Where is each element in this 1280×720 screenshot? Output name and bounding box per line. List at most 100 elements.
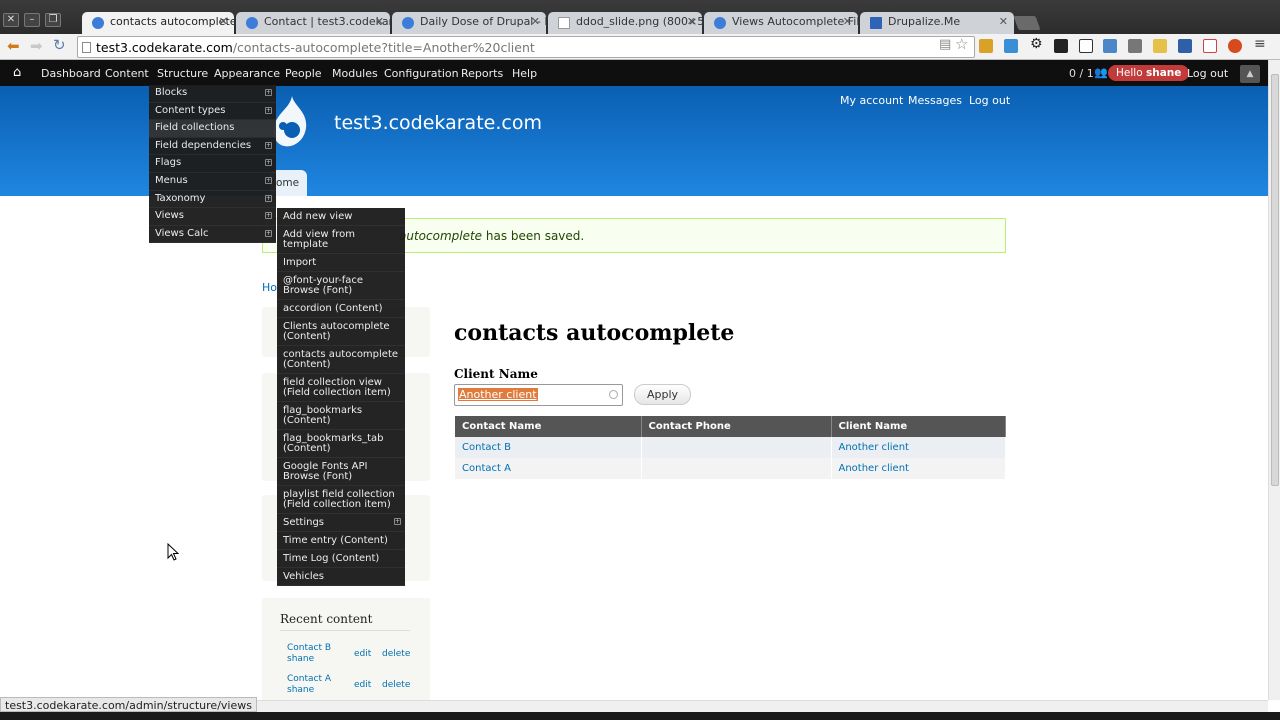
plus-icon: +	[265, 141, 272, 149]
menu-item-views-calc[interactable]: Views Calc +	[149, 226, 276, 244]
menu-item-flag-bookmarks[interactable]: flag_bookmarks (Content)	[277, 402, 405, 430]
menu-item-vehicles[interactable]: Vehicles	[277, 568, 405, 586]
column-header[interactable]: Contact Name	[455, 416, 642, 437]
client-name-link[interactable]: Another client	[831, 437, 1006, 458]
menu-item-clients-autocomplete[interactable]: Clients autocomplete (Content)	[277, 318, 405, 346]
browser-tab-0[interactable]: contacts autocomplete | t ✕	[82, 12, 234, 35]
hello-user-badge[interactable]: Hello shane	[1108, 65, 1190, 81]
menu-item-font-your-face[interactable]: @font-your-face Browse (Font)	[277, 272, 405, 300]
edit-link[interactable]: edit	[354, 680, 371, 690]
admin-logout-link[interactable]: Log out	[1187, 67, 1228, 80]
admin-menu-structure[interactable]: Structure	[157, 67, 208, 80]
recent-item-author[interactable]: shane	[287, 654, 314, 664]
contact-name-link[interactable]: Contact A	[455, 458, 642, 479]
extension-icon[interactable]	[1128, 39, 1142, 53]
admin-menu-reports[interactable]: Reports	[461, 67, 503, 80]
delete-link[interactable]: delete	[382, 680, 410, 690]
contact-name-link[interactable]: Contact B	[455, 437, 642, 458]
tab-close-icon[interactable]: ✕	[999, 15, 1008, 28]
address-bar[interactable]: test3.codekarate.com/contacts-autocomple…	[77, 36, 975, 58]
menu-item-add-new-view[interactable]: Add new view	[277, 208, 405, 226]
admin-menu-modules[interactable]: Modules	[332, 67, 378, 80]
menu-item-time-log[interactable]: Time Log (Content)	[277, 550, 405, 568]
tab-close-icon[interactable]: ✕	[687, 15, 696, 28]
browser-tab-1[interactable]: Contact | test3.codekarat ✕	[236, 12, 390, 34]
admin-menu-dashboard[interactable]: Dashboard	[41, 67, 101, 80]
back-arrow-icon[interactable]: ⬅	[7, 38, 20, 54]
admin-menu-help[interactable]: Help	[512, 67, 537, 80]
client-name-input[interactable]: Another client	[454, 384, 623, 406]
bookmark-star-icon[interactable]: ☆	[955, 35, 968, 53]
apply-button[interactable]: Apply	[634, 384, 691, 405]
tab-close-icon[interactable]: ✕	[219, 15, 228, 28]
reload-icon[interactable]: ↻	[53, 37, 66, 53]
browser-tab-4[interactable]: Views Autocomplete Filte ✕	[704, 12, 858, 34]
edit-link[interactable]: edit	[354, 649, 371, 659]
gear-icon[interactable]: ⚙	[1030, 36, 1044, 52]
window-restore-icon[interactable]: ❐	[45, 13, 61, 27]
menu-item-field-collections[interactable]: Field collections	[149, 120, 276, 138]
forward-arrow-icon[interactable]: ➡	[30, 38, 43, 54]
admin-menu-content[interactable]: Content	[105, 67, 149, 80]
menu-item-field-collection-view[interactable]: field collection view (Field collection …	[277, 374, 405, 402]
menu-item-flags[interactable]: Flags +	[149, 155, 276, 173]
scrollbar-thumb[interactable]	[1271, 74, 1279, 486]
menu-icon[interactable]: ≡	[1254, 36, 1268, 52]
tab-close-icon[interactable]: ✕	[375, 15, 384, 28]
admin-menu-people[interactable]: People	[285, 67, 322, 80]
drupal-logo-icon[interactable]	[272, 96, 308, 148]
vertical-scrollbar[interactable]	[1268, 60, 1280, 700]
menu-item-flag-bookmarks-tab[interactable]: flag_bookmarks_tab (Content)	[277, 430, 405, 458]
menu-item-google-fonts[interactable]: Google Fonts API Browse (Font)	[277, 458, 405, 486]
menu-item-add-view-from-template[interactable]: Add view from template	[277, 226, 405, 254]
browser-tab-3[interactable]: ddod_slide.png (800×500 ✕	[548, 12, 702, 34]
column-header[interactable]: Client Name	[831, 416, 1006, 437]
admin-menu-configuration[interactable]: Configuration	[384, 67, 459, 80]
messages-link[interactable]: Messages	[908, 94, 962, 107]
recent-item-author[interactable]: shane	[287, 685, 314, 695]
extension-icon[interactable]	[1054, 39, 1068, 53]
client-name-link[interactable]: Another client	[831, 458, 1006, 479]
column-header[interactable]: Contact Phone	[641, 416, 832, 437]
extension-icon[interactable]	[1004, 39, 1018, 53]
breadcrumb[interactable]: Ho	[262, 281, 277, 294]
recent-item-title[interactable]: Contact B	[287, 643, 331, 653]
extension-icon[interactable]	[1228, 39, 1242, 53]
menu-item-time-entry[interactable]: Time entry (Content)	[277, 532, 405, 550]
browser-tab-5[interactable]: Drupalize.Me ✕	[860, 12, 1014, 34]
delete-link[interactable]: delete	[382, 649, 410, 659]
page-action-icon[interactable]: ▤	[939, 37, 951, 52]
window-close-icon[interactable]: ✕	[3, 13, 19, 27]
recent-item-title[interactable]: Contact A	[287, 674, 331, 684]
tab-close-icon[interactable]: ✕	[843, 15, 852, 28]
menu-item-taxonomy[interactable]: Taxonomy +	[149, 191, 276, 209]
menu-item-content-types[interactable]: Content types +	[149, 103, 276, 121]
my-account-link[interactable]: My account	[840, 94, 903, 107]
views-dropdown-menu: Add new view Add view from template Impo…	[277, 208, 405, 586]
extension-icon[interactable]	[1079, 39, 1093, 53]
menu-item-field-dependencies[interactable]: Field dependencies +	[149, 138, 276, 156]
home-icon[interactable]: ⌂	[13, 65, 21, 80]
window-minimize-icon[interactable]: –	[24, 13, 40, 27]
toolbar-drawer-toggle-icon[interactable]: ▲	[1240, 65, 1260, 83]
tab-close-icon[interactable]: ✕	[531, 15, 540, 28]
extension-icon[interactable]	[1178, 39, 1192, 53]
menu-item-label: Taxonomy	[155, 192, 206, 204]
site-name[interactable]: test3.codekarate.com	[334, 112, 542, 134]
menu-item-playlist-field-collection[interactable]: playlist field collection (Field collect…	[277, 486, 405, 514]
menu-item-contacts-autocomplete[interactable]: contacts autocomplete (Content)	[277, 346, 405, 374]
site-logout-link[interactable]: Log out	[969, 94, 1010, 107]
menu-item-accordion[interactable]: accordion (Content)	[277, 300, 405, 318]
new-tab-button[interactable]	[1013, 16, 1041, 30]
menu-item-menus[interactable]: Menus +	[149, 173, 276, 191]
menu-item-views[interactable]: Views +	[149, 208, 276, 226]
menu-item-settings[interactable]: Settings +	[277, 514, 405, 532]
extension-icon[interactable]	[1203, 39, 1217, 53]
menu-item-import[interactable]: Import	[277, 254, 405, 272]
menu-item-blocks[interactable]: Blocks +	[149, 85, 276, 103]
extension-icon[interactable]	[979, 39, 993, 53]
extension-icon[interactable]	[1103, 39, 1117, 53]
browser-tab-2[interactable]: Daily Dose of Drupal - Dru ✕	[392, 12, 546, 34]
admin-menu-appearance[interactable]: Appearance	[214, 67, 280, 80]
extension-icon[interactable]	[1153, 39, 1167, 53]
